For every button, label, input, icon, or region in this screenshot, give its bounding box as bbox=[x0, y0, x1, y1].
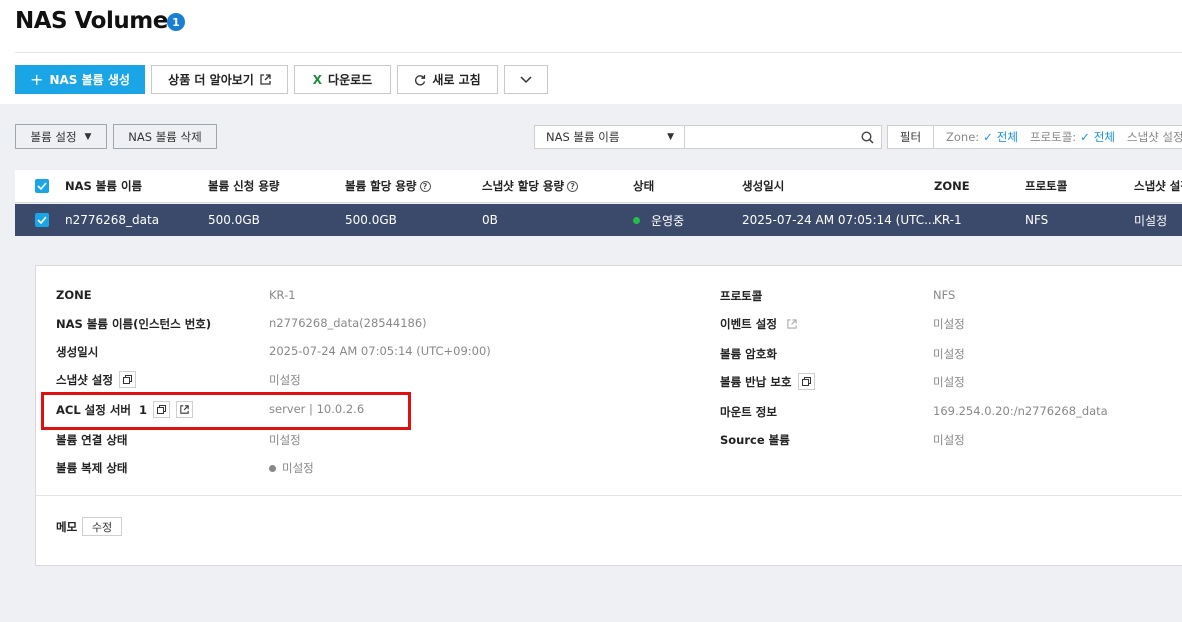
detail-label-created: 생성일시 bbox=[56, 345, 99, 359]
plus-icon: + bbox=[30, 69, 44, 89]
caret-down-icon: ▼ bbox=[84, 131, 92, 142]
memo-label: 메모 bbox=[56, 520, 78, 534]
column-header-zone[interactable]: ZONE bbox=[934, 170, 970, 202]
detail-label-name: NAS 볼륨 이름(인스턴스 번호) bbox=[56, 317, 212, 331]
detail-value-encryption: 미설정 bbox=[933, 347, 965, 361]
check-icon: ✓ bbox=[1080, 130, 1090, 144]
detail-value-event: 미설정 bbox=[933, 317, 965, 331]
checkbox-checked bbox=[35, 179, 49, 193]
check-icon: ✓ bbox=[983, 130, 993, 144]
table-header: NAS 볼륨 이름 볼륨 신청 용량 볼륨 할당 용량 ? 스냅샷 할당 용량 … bbox=[15, 170, 1182, 203]
detail-label-connection: 볼륨 연결 상태 bbox=[56, 433, 128, 447]
detail-value-return-protection: 미설정 bbox=[933, 375, 965, 389]
detail-label-zone: ZONE bbox=[56, 288, 92, 302]
detail-label-source: Source 볼륨 bbox=[720, 433, 790, 447]
table-row[interactable]: n2776268_data 500.0GB 500.0GB 0B 운영중 202… bbox=[15, 204, 1182, 236]
header-divider bbox=[15, 52, 1182, 53]
filter-button[interactable]: 필터 bbox=[887, 125, 934, 149]
column-header-snapshot[interactable]: 스냅샷 설정 bbox=[1134, 170, 1182, 202]
search-bar: NAS 볼륨 이름 ▼ bbox=[534, 125, 882, 149]
external-link-icon bbox=[260, 74, 271, 85]
download-button[interactable]: X 다운로드 bbox=[294, 65, 391, 94]
row-checkbox[interactable] bbox=[35, 204, 49, 236]
page-title: NAS Volume bbox=[15, 8, 168, 34]
search-icon bbox=[860, 130, 874, 144]
excel-icon: X bbox=[312, 72, 323, 87]
status-unset-icon bbox=[269, 464, 276, 472]
column-header-requested[interactable]: 볼륨 신청 용량 bbox=[208, 170, 280, 202]
status-running-icon bbox=[633, 216, 640, 224]
row-snapshot-alloc: 0B bbox=[482, 213, 498, 227]
delete-nas-volume-button[interactable]: NAS 볼륨 삭제 bbox=[113, 124, 217, 149]
search-input[interactable] bbox=[685, 126, 853, 148]
column-header-name[interactable]: NAS 볼륨 이름 bbox=[65, 170, 142, 202]
row-name: n2776268_data bbox=[65, 213, 160, 227]
column-header-created[interactable]: 생성일시 bbox=[742, 170, 784, 202]
help-icon[interactable]: ? bbox=[567, 180, 579, 192]
detail-value-snapshot: 미설정 bbox=[269, 373, 301, 387]
detail-label-protocol: 프로토콜 bbox=[720, 289, 763, 303]
detail-value-protocol: NFS bbox=[933, 288, 956, 302]
copy-icon[interactable] bbox=[118, 371, 136, 388]
caret-down-icon: ▼ bbox=[667, 132, 674, 142]
row-protocol: NFS bbox=[1025, 213, 1049, 227]
detail-value-created: 2025-07-24 AM 07:05:14 (UTC+09:00) bbox=[269, 344, 491, 358]
search-field-select[interactable]: NAS 볼륨 이름 ▼ bbox=[535, 126, 685, 148]
detail-value-name: n2776268_data(28544186) bbox=[269, 316, 427, 330]
detail-divider bbox=[36, 495, 1182, 496]
row-allocated: 500.0GB bbox=[345, 213, 397, 227]
detail-value-replication: 미설정 bbox=[269, 460, 314, 476]
select-all-checkbox[interactable] bbox=[35, 170, 49, 202]
count-badge: 1 bbox=[167, 13, 185, 31]
search-button[interactable] bbox=[853, 126, 881, 148]
learn-more-button[interactable]: 상품 더 알아보기 bbox=[151, 65, 288, 94]
detail-label-mount: 마운트 정보 bbox=[720, 405, 777, 419]
column-header-allocated[interactable]: 볼륨 할당 용량 ? bbox=[345, 170, 431, 202]
chevron-down-icon bbox=[520, 75, 532, 83]
create-nas-volume-button[interactable]: + NAS 볼륨 생성 bbox=[15, 65, 145, 94]
detail-value-mount: 169.254.0.20:/n2776268_data bbox=[933, 404, 1108, 418]
row-requested: 500.0GB bbox=[208, 213, 260, 227]
highlight-box bbox=[41, 392, 411, 430]
column-header-snapshot-alloc[interactable]: 스냅샷 할당 용량 ? bbox=[482, 170, 579, 202]
copy-icon[interactable] bbox=[797, 373, 815, 390]
refresh-icon bbox=[415, 74, 426, 85]
row-created: 2025-07-24 AM 07:05:14 (UTC... bbox=[742, 213, 936, 227]
volume-settings-dropdown[interactable]: 볼륨 설정 ▼ bbox=[15, 124, 107, 149]
detail-label-replication: 볼륨 복제 상태 bbox=[56, 461, 128, 475]
detail-value-source: 미설정 bbox=[933, 433, 965, 447]
detail-label-snapshot: 스냅샷 설정 bbox=[56, 371, 136, 388]
detail-value-zone: KR-1 bbox=[269, 288, 296, 302]
row-zone: KR-1 bbox=[934, 213, 962, 227]
row-status: 운영중 bbox=[633, 204, 684, 236]
detail-label-event: 이벤트 설정 bbox=[720, 316, 797, 332]
memo-edit-button[interactable]: 수정 bbox=[82, 517, 122, 536]
detail-label-encryption: 볼륨 암호화 bbox=[720, 347, 777, 361]
detail-value-connection: 미설정 bbox=[269, 433, 301, 447]
detail-label-return-protection: 볼륨 반납 보호 bbox=[720, 373, 815, 390]
column-header-protocol[interactable]: 프로토콜 bbox=[1025, 170, 1067, 202]
row-snapshot: 미설정 bbox=[1134, 213, 1168, 228]
column-header-status[interactable]: 상태 bbox=[633, 170, 654, 202]
checkbox-checked bbox=[35, 213, 49, 227]
filter-summary[interactable]: Zone: ✓ 전체 프로토콜: ✓ 전체 스냅샷 설정 bbox=[934, 125, 1182, 149]
help-icon[interactable]: ? bbox=[419, 180, 431, 192]
more-dropdown-button[interactable] bbox=[504, 65, 548, 94]
refresh-button[interactable]: 새로 고침 bbox=[397, 65, 498, 94]
external-link-icon[interactable] bbox=[787, 319, 797, 329]
